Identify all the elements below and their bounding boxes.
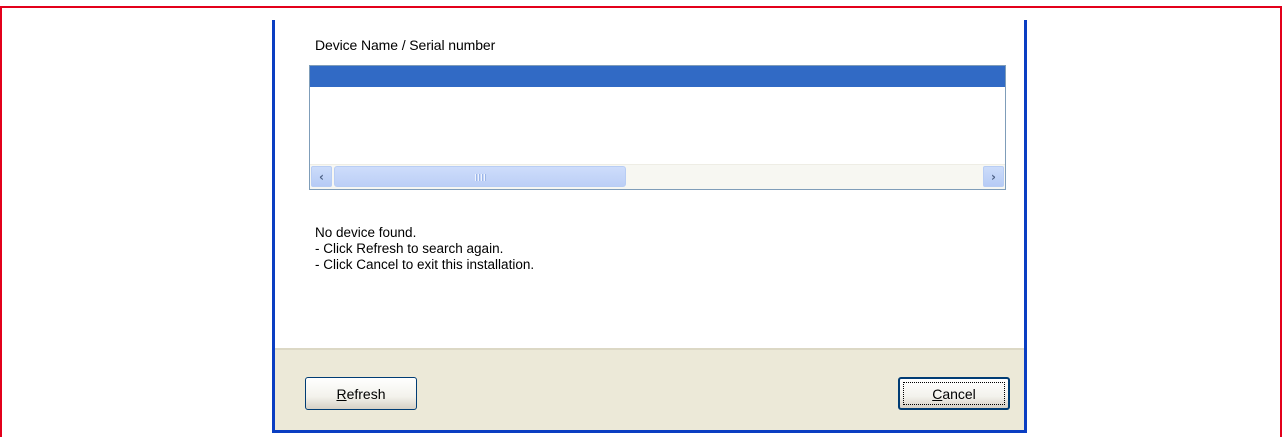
scroll-left-button[interactable]: ‹ bbox=[311, 166, 332, 187]
device-list[interactable]: ‹ › bbox=[309, 65, 1006, 190]
grip-icon bbox=[475, 174, 487, 181]
button-panel: Refresh Cancel bbox=[275, 348, 1024, 430]
scroll-right-button[interactable]: › bbox=[983, 166, 1004, 187]
horizontal-scrollbar[interactable]: ‹ › bbox=[310, 164, 1005, 189]
refresh-button[interactable]: Refresh bbox=[305, 377, 417, 410]
divider bbox=[275, 348, 1024, 350]
status-line: No device found. bbox=[315, 225, 417, 240]
chevron-right-icon: › bbox=[991, 169, 996, 184]
cancel-button[interactable]: Cancel bbox=[898, 377, 1010, 410]
dialog-content: Device Name / Serial number ‹ › No devic… bbox=[275, 20, 1024, 348]
status-line: - Click Cancel to exit this installation… bbox=[315, 257, 535, 272]
list-heading: Device Name / Serial number bbox=[315, 37, 496, 53]
device-list-selected-row[interactable] bbox=[310, 66, 1005, 87]
focus-ring bbox=[903, 382, 1005, 405]
status-message: No device found. - Click Refresh to sear… bbox=[315, 225, 534, 273]
chevron-left-icon: ‹ bbox=[319, 169, 324, 184]
refresh-button-label: Refresh bbox=[336, 385, 386, 402]
status-line: - Click Refresh to search again. bbox=[315, 241, 504, 256]
installer-dialog: Device Name / Serial number ‹ › No devic… bbox=[272, 20, 1027, 433]
scrollbar-thumb[interactable] bbox=[334, 166, 626, 187]
